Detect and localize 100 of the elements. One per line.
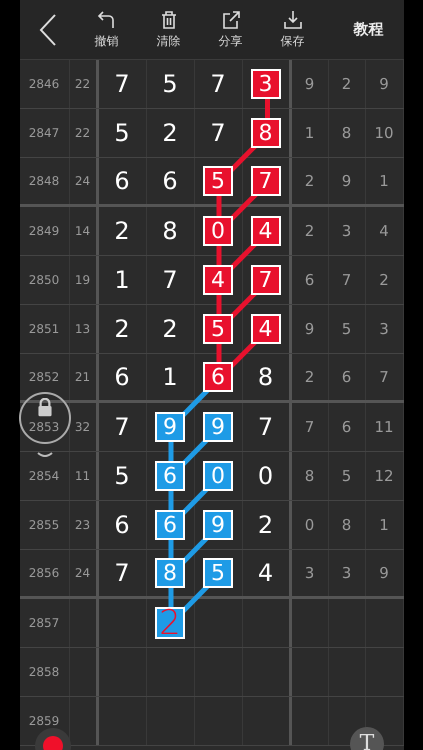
digit: 2 [114, 315, 130, 343]
stat-value: 1 [304, 124, 314, 142]
digit: 0 [258, 462, 274, 490]
issue-number: 2858 [28, 665, 60, 679]
undo-button[interactable]: 撤销 [76, 2, 138, 56]
stat-value: 8 [342, 124, 352, 142]
stat-value: 7 [379, 368, 389, 386]
issue-number: 2856 [28, 566, 60, 580]
stat-value: 12 [374, 467, 394, 485]
stat-value: 2 [304, 172, 314, 190]
digit: 2 [114, 217, 130, 245]
issue-number: 2859 [28, 714, 60, 728]
sum-value: 22 [74, 126, 90, 140]
digit: 6 [114, 167, 130, 195]
marked-digit[interactable]: 6 [155, 461, 185, 491]
stat-value: 2 [379, 271, 389, 289]
issue-number: 2846 [28, 77, 60, 91]
issue-number: 2853 [28, 420, 60, 434]
sum-value: 19 [74, 273, 90, 287]
digit: 2 [162, 315, 178, 343]
stat-value: 9 [342, 172, 352, 190]
stat-value: 7 [304, 418, 314, 436]
stat-value: 6 [304, 271, 314, 289]
lock-button[interactable] [19, 392, 71, 444]
handwritten-digit: 2 [155, 607, 185, 639]
share-button[interactable]: 分享 [200, 2, 262, 56]
undo-icon [96, 10, 116, 30]
digit: 4 [258, 559, 274, 587]
stat-value: 8 [304, 467, 314, 485]
marked-digit[interactable]: 0 [203, 461, 233, 491]
sum-value: 23 [74, 518, 90, 532]
digit: 2 [258, 511, 274, 539]
marked-digit[interactable]: 8 [250, 118, 280, 148]
chevron-icon[interactable] [37, 452, 53, 460]
sum-value: 24 [74, 174, 90, 188]
back-icon [38, 12, 56, 46]
marked-digit[interactable]: 5 [203, 558, 233, 588]
stat-value: 6 [342, 418, 352, 436]
stat-value: 2 [304, 368, 314, 386]
sum-value: 24 [74, 566, 90, 580]
stat-value: 5 [342, 467, 352, 485]
digit: 7 [210, 70, 226, 98]
digit: 8 [162, 217, 178, 245]
issue-number: 2850 [28, 273, 60, 287]
issue-number: 2852 [28, 370, 60, 384]
save-button[interactable]: 保存 [262, 2, 324, 56]
marked-digit[interactable]: 3 [250, 69, 280, 99]
digit: 7 [210, 119, 226, 147]
digit: 1 [114, 266, 130, 294]
digit: 7 [114, 70, 130, 98]
stat-value: 9 [379, 564, 389, 582]
marked-digit[interactable]: 4 [250, 216, 280, 246]
digit: 7 [162, 266, 178, 294]
marked-digit[interactable]: 6 [155, 510, 185, 540]
marked-digit[interactable]: 8 [155, 558, 185, 588]
issue-number: 2847 [28, 126, 60, 140]
digit: 6 [114, 363, 130, 391]
marked-digit[interactable]: 4 [203, 265, 233, 295]
marked-digit[interactable]: 4 [250, 314, 280, 344]
stat-value: 3 [342, 222, 352, 240]
digit: 7 [114, 559, 130, 587]
issue-number: 2854 [28, 469, 60, 483]
stat-value: 5 [342, 320, 352, 338]
issue-number: 2857 [28, 616, 60, 630]
digit: 5 [114, 462, 130, 490]
marked-digit[interactable]: 5 [203, 314, 233, 344]
issue-number: 2848 [28, 174, 60, 188]
digit: 8 [258, 363, 274, 391]
sum-value: 11 [74, 469, 90, 483]
marked-digit[interactable]: 7 [250, 166, 280, 196]
sum-value: 13 [74, 322, 90, 336]
stat-value: 9 [379, 75, 389, 93]
marked-digit[interactable]: 9 [203, 412, 233, 442]
download-icon [282, 10, 302, 30]
marked-digit[interactable]: 9 [155, 412, 185, 442]
marked-digit[interactable]: 6 [203, 362, 233, 392]
stat-value: 2 [342, 75, 352, 93]
marked-digit[interactable]: 7 [250, 265, 280, 295]
sum-value: 21 [74, 370, 90, 384]
marked-digit[interactable]: 9 [203, 510, 233, 540]
digit: 5 [162, 70, 178, 98]
stat-value: 10 [374, 124, 394, 142]
tutorial-button[interactable]: 教程 [348, 19, 390, 40]
stat-value: 1 [379, 172, 389, 190]
issue-number: 2855 [28, 518, 60, 532]
issue-number: 2849 [28, 224, 60, 238]
clear-button[interactable]: 清除 [138, 2, 200, 56]
stat-value: 3 [342, 564, 352, 582]
share-icon [220, 10, 240, 30]
stat-value: 8 [342, 516, 352, 534]
stat-value: 2 [304, 222, 314, 240]
sum-value: 14 [74, 224, 90, 238]
sum-value: 32 [74, 420, 90, 434]
stat-value: 9 [304, 75, 314, 93]
marked-digit[interactable]: 5 [203, 166, 233, 196]
digit: 1 [162, 363, 178, 391]
digit: 2 [162, 119, 178, 147]
stat-value: 11 [374, 418, 394, 436]
stat-value: 4 [379, 222, 389, 240]
marked-digit[interactable]: 0 [203, 216, 233, 246]
